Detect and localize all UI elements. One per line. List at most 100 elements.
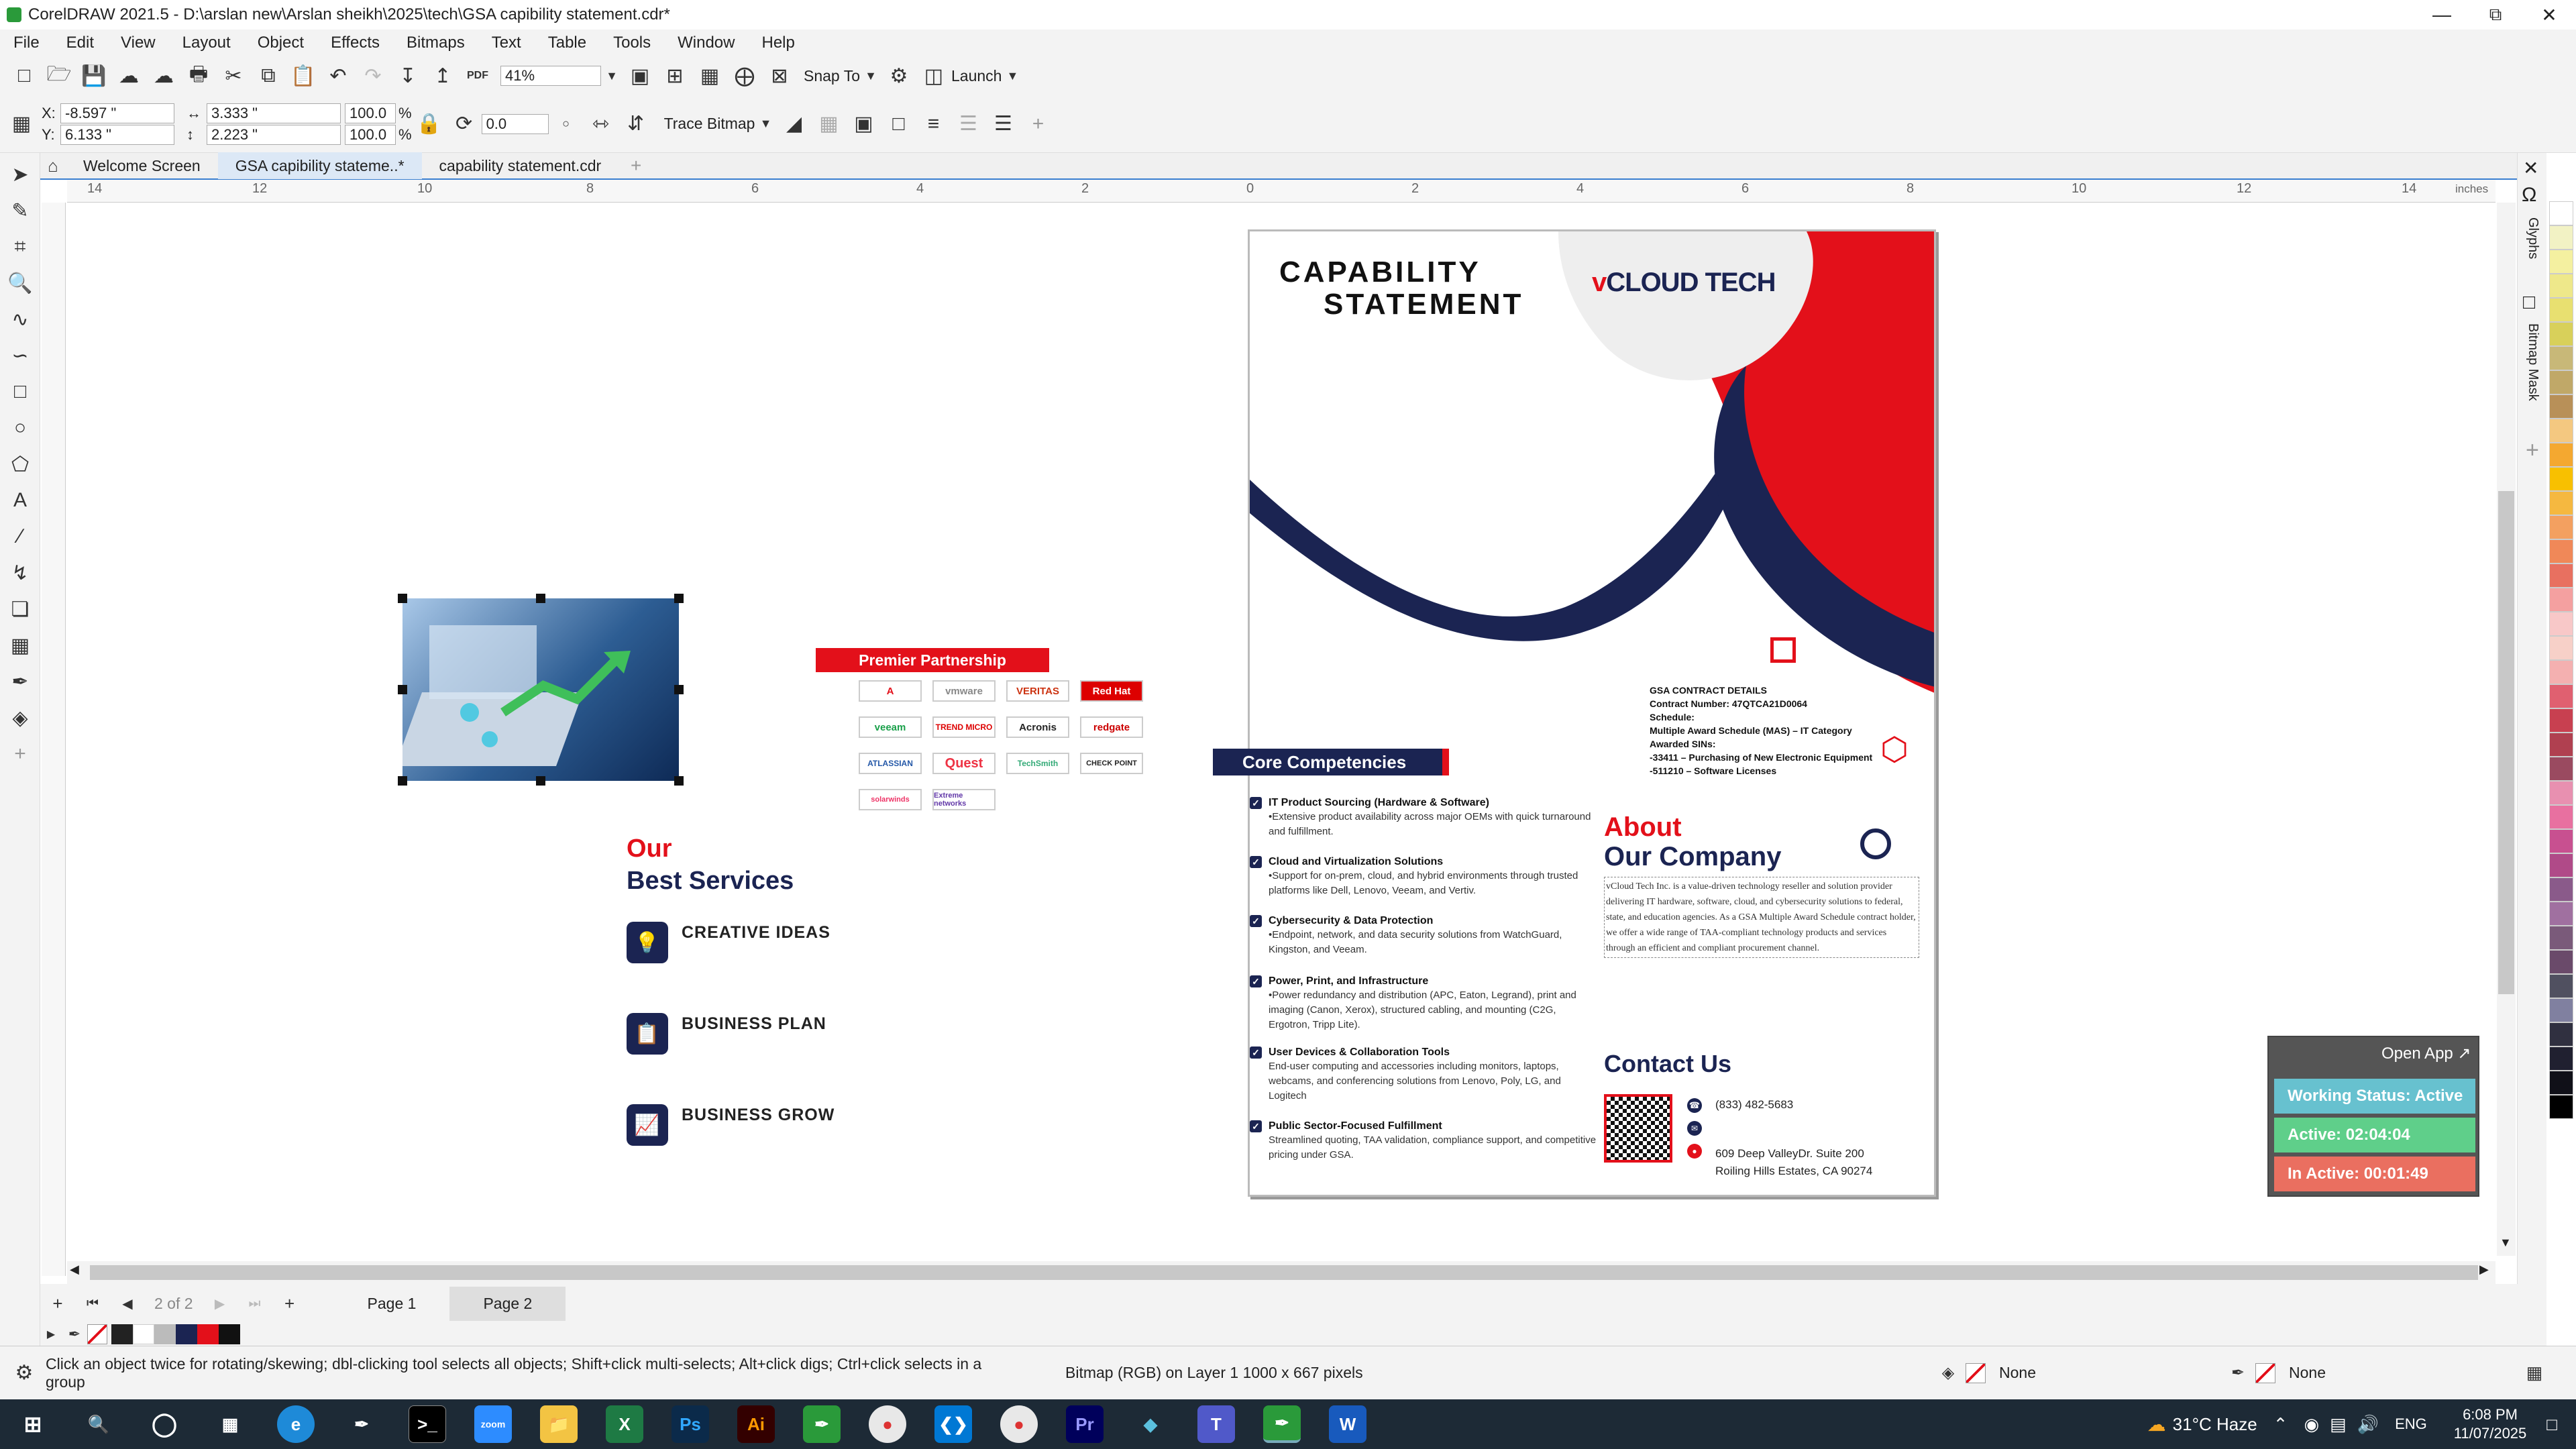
terminal-icon[interactable]: >_ [409, 1405, 446, 1443]
volume-icon[interactable]: 🔊 [2357, 1414, 2379, 1435]
palette-swatch[interactable] [2549, 419, 2573, 443]
coreldraw-taskbar-icon[interactable]: ✒ [803, 1405, 841, 1443]
ellipse-tool-icon[interactable]: ○ [5, 413, 35, 443]
gear-icon[interactable]: ⚙ [884, 61, 914, 91]
selection-handle[interactable] [536, 594, 545, 603]
wrap-text-icon[interactable]: ≡ [918, 109, 948, 139]
partner-logo[interactable]: redgate [1080, 716, 1143, 738]
palette-swatch[interactable] [2549, 1095, 2573, 1119]
palette-swatch[interactable] [2549, 1046, 2573, 1071]
arrange-icon[interactable]: ☰ [988, 109, 1018, 139]
color-swatch[interactable] [197, 1324, 219, 1344]
palette-swatch[interactable] [2549, 491, 2573, 515]
color-swatch[interactable] [176, 1324, 197, 1344]
palette-swatch[interactable] [2549, 998, 2573, 1022]
launch-icon[interactable]: ◫ [919, 61, 949, 91]
photoshop-icon[interactable]: Ps [672, 1405, 709, 1443]
home-icon[interactable]: ⌂ [43, 151, 63, 180]
no-color-swatch[interactable] [87, 1324, 107, 1344]
new-document-icon[interactable]: □ [9, 61, 39, 91]
eyedropper-icon[interactable]: ✒ [5, 667, 35, 696]
horizontal-scroll-thumb[interactable] [90, 1265, 2478, 1280]
launch-dropdown[interactable]: Launch [951, 67, 1002, 85]
menu-object[interactable]: Object [244, 34, 317, 52]
file-explorer-icon[interactable]: 📁 [540, 1405, 578, 1443]
palette-swatch[interactable] [2549, 684, 2573, 708]
palette-swatch[interactable] [2549, 539, 2573, 564]
menu-bitmaps[interactable]: Bitmaps [393, 34, 478, 52]
palette-swatch[interactable] [2549, 781, 2573, 805]
selection-handle[interactable] [674, 776, 684, 786]
palette-swatch[interactable] [2549, 926, 2573, 950]
menu-layout[interactable]: Layout [169, 34, 244, 52]
menu-tools[interactable]: Tools [600, 34, 664, 52]
pen-app-icon[interactable]: ✒ [343, 1405, 380, 1443]
partner-logo[interactable]: TechSmith [1006, 753, 1069, 774]
menu-effects[interactable]: Effects [317, 34, 393, 52]
about-heading[interactable]: About [1604, 812, 1682, 843]
palette-swatch[interactable] [2549, 757, 2573, 781]
menu-window[interactable]: Window [664, 34, 748, 52]
chrome-icon[interactable]: ● [869, 1405, 906, 1443]
palette-swatch[interactable] [2549, 877, 2573, 902]
chrome-profile-icon[interactable]: ● [1000, 1405, 1038, 1443]
pick-tool-icon[interactable]: ➤ [5, 160, 35, 189]
vertical-ruler[interactable] [42, 203, 66, 1276]
language-indicator[interactable]: ENG [2395, 1415, 2427, 1433]
partner-logo[interactable]: ATLASSIAN [859, 753, 922, 774]
save-icon[interactable]: 💾 [79, 61, 109, 91]
palette-swatch[interactable] [2549, 467, 2573, 491]
menu-help[interactable]: Help [748, 34, 808, 52]
add-icon[interactable]: + [1023, 109, 1053, 139]
palette-swatch[interactable] [2549, 829, 2573, 853]
palette-swatch[interactable] [2549, 394, 2573, 419]
tab-gsa-capability[interactable]: GSA capibility stateme..* [217, 152, 422, 179]
competency-item[interactable]: ✓ Power, Print, and Infrastructure •Power … [1250, 975, 1599, 1032]
coreldraw-active-icon[interactable]: ✒ [1263, 1405, 1301, 1443]
excel-icon[interactable]: X [606, 1405, 643, 1443]
artistic-media-icon[interactable]: ∽ [5, 341, 35, 370]
cloud-upload-icon[interactable]: ☁ [149, 61, 178, 91]
trace-bitmap-dropdown[interactable]: Trace Bitmap [664, 115, 755, 133]
chevron-left-icon[interactable]: ◀ [70, 1263, 79, 1277]
lock-ratio-icon[interactable]: 🔒 [415, 109, 444, 139]
palette-swatch[interactable] [2549, 950, 2573, 974]
freehand-tool-icon[interactable]: ∿ [5, 305, 35, 334]
weather-text[interactable]: 31°C Haze [2173, 1414, 2257, 1435]
palette-swatch[interactable] [2549, 588, 2573, 612]
vertical-scrollbar[interactable]: ▼ [2497, 203, 2516, 1256]
clock[interactable]: 6:08 PM 11/07/2025 [2454, 1405, 2526, 1443]
windows-start-icon[interactable]: ⊞ [14, 1405, 52, 1443]
our-company-heading[interactable]: Our Company [1604, 842, 1781, 872]
show-grid-icon[interactable]: ▦ [695, 61, 724, 91]
chevron-right-icon[interactable]: ▶ [43, 1320, 59, 1349]
menu-table[interactable]: Table [535, 34, 600, 52]
selection-handle[interactable] [398, 594, 407, 603]
palette-swatch[interactable] [2549, 225, 2573, 250]
partner-logo[interactable]: VERITAS [1006, 680, 1069, 702]
bitmap-mask-icon[interactable]: □ [2523, 291, 2535, 314]
edit-bitmap-icon[interactable]: ▦ [814, 109, 843, 139]
chevron-right-icon[interactable]: ▶ [2479, 1263, 2489, 1277]
open-app-link[interactable]: Open App ↗ [2381, 1044, 2471, 1063]
partner-logo[interactable]: veeam [859, 716, 922, 738]
close-button[interactable]: ✕ [2522, 4, 2576, 26]
rectangle-tool-icon[interactable]: □ [5, 377, 35, 407]
about-text[interactable]: vCloud Tech Inc. is a value-driven techn… [1604, 877, 1919, 958]
capability-heading-1[interactable]: CAPABILITY [1279, 256, 1481, 289]
height-field[interactable]: 2.223 " [207, 124, 341, 145]
menu-text[interactable]: Text [478, 34, 535, 52]
palette-swatch[interactable] [2549, 805, 2573, 829]
tab-capability-statement[interactable]: capability statement.cdr [422, 152, 619, 179]
snap-to-dropdown[interactable]: Snap To [804, 67, 860, 85]
selected-bitmap[interactable] [402, 598, 679, 781]
docker-tab-bitmap-mask[interactable]: Bitmap Mask [2525, 323, 2540, 401]
palette-swatch[interactable] [2549, 612, 2573, 636]
competency-item[interactable]: ✓ Cloud and Virtualization Solutions •Supp… [1250, 855, 1599, 898]
gsa-contract-details[interactable]: GSA CONTRACT DETAILS Contract Number: 47… [1650, 684, 1872, 777]
chevron-down-icon[interactable]: ▼ [604, 61, 620, 91]
undo-icon[interactable]: ↶ [323, 61, 353, 91]
color-proof-icon[interactable]: ▦ [2520, 1358, 2549, 1388]
print-icon[interactable]: 🖶 [184, 61, 213, 91]
menu-file[interactable]: File [0, 34, 53, 52]
